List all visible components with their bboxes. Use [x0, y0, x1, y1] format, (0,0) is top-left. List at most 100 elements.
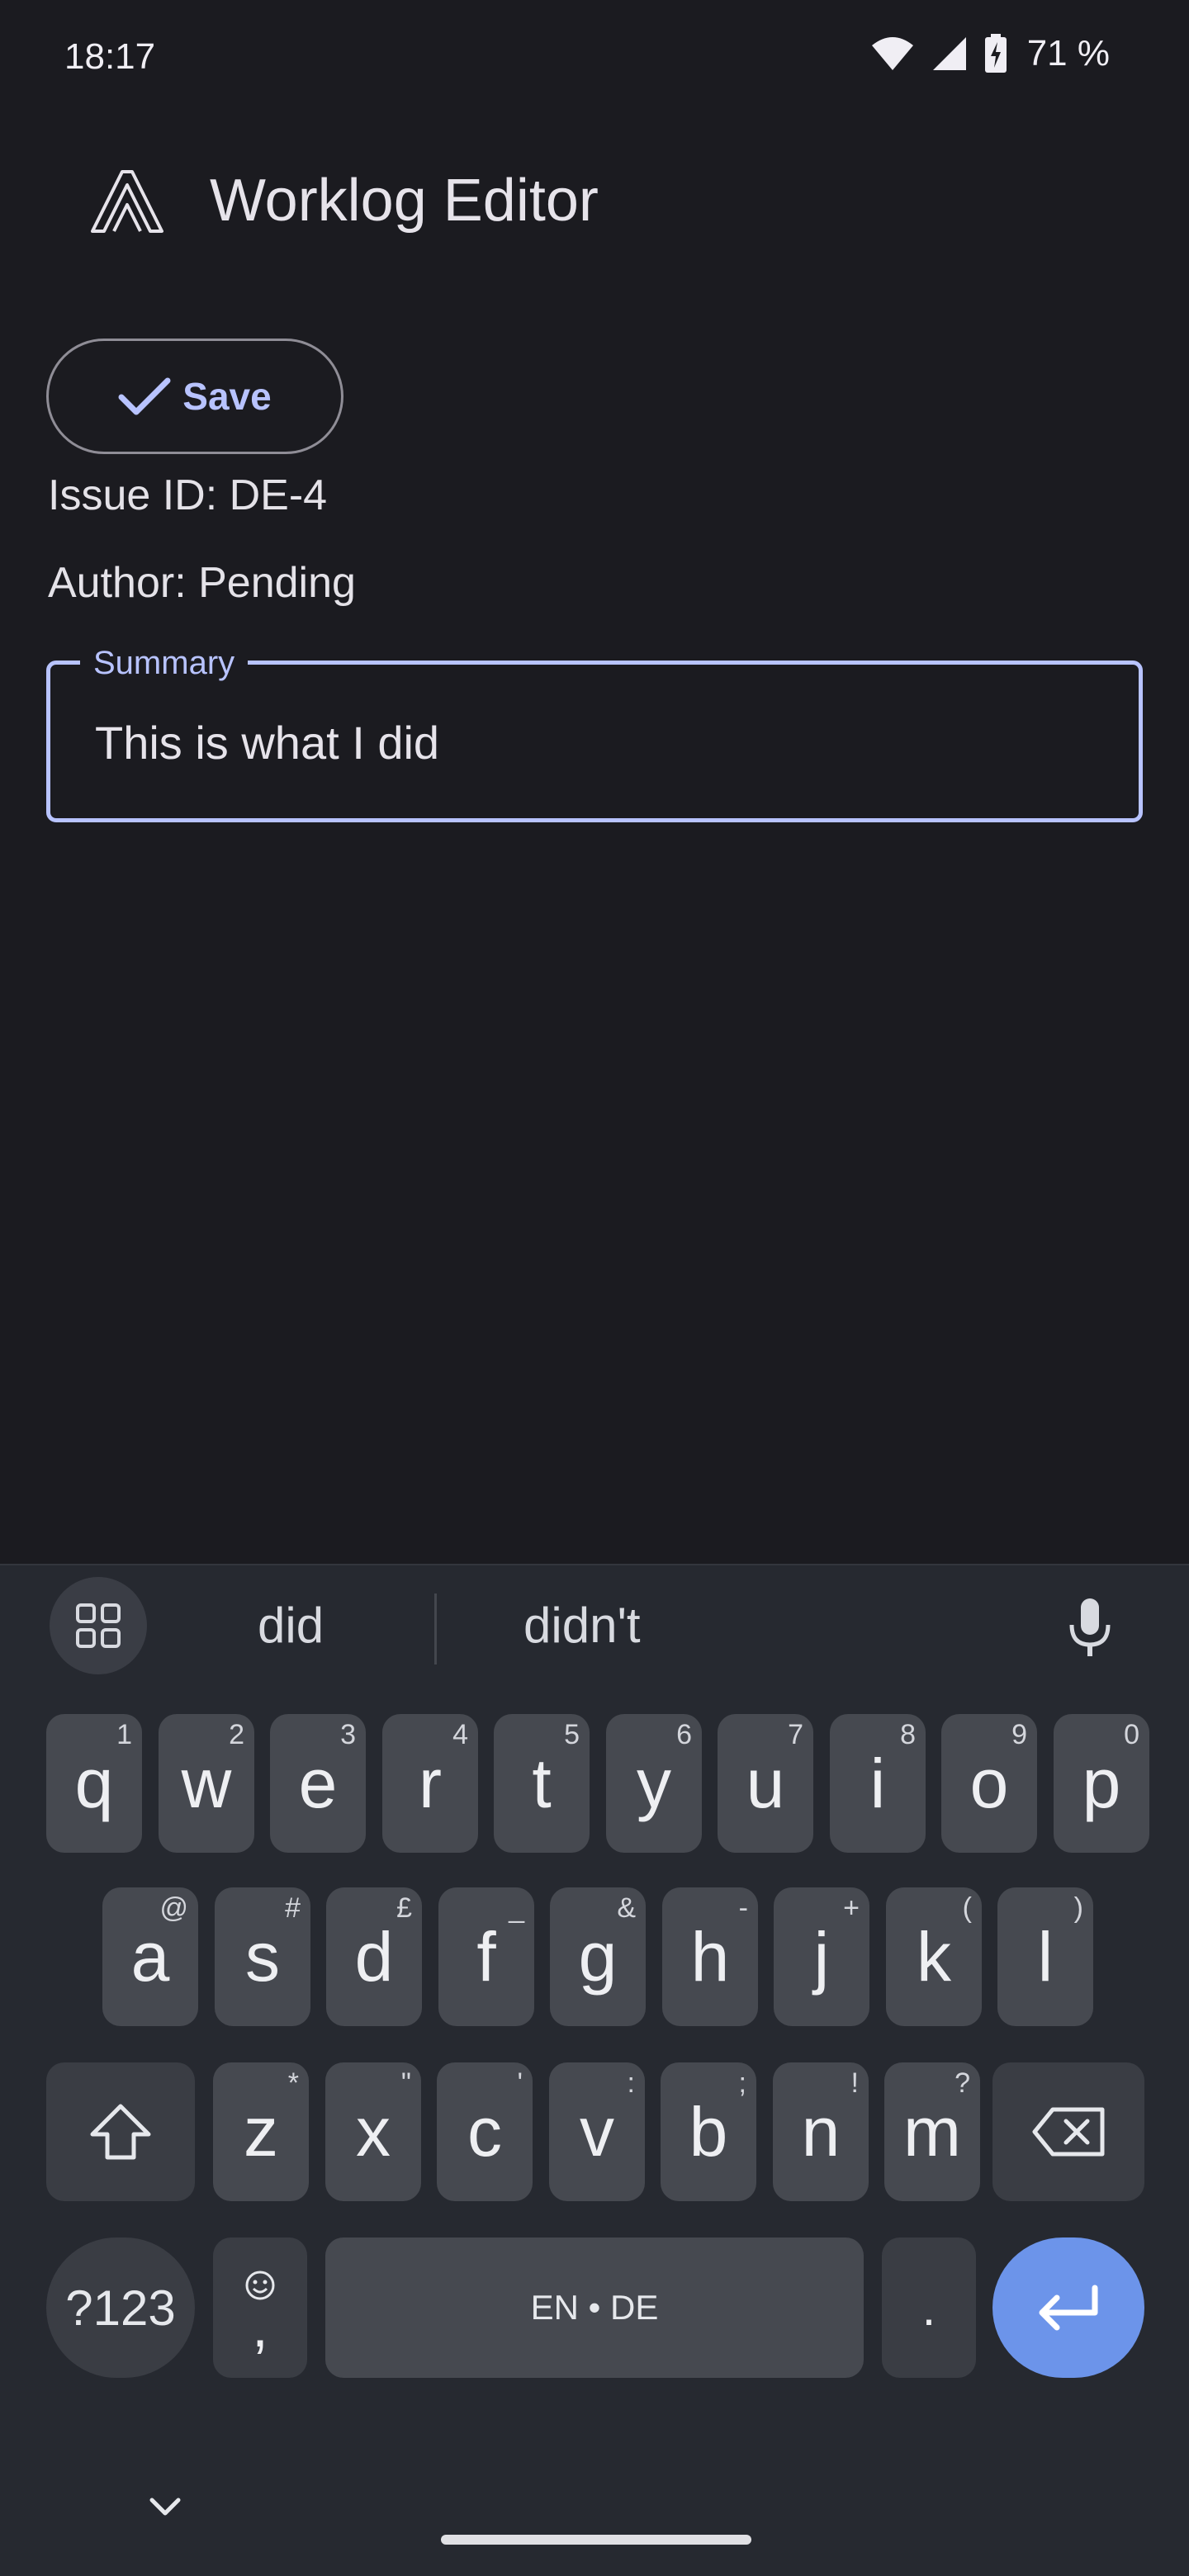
- key-n[interactable]: n!: [773, 2062, 869, 2201]
- key-hint: £: [396, 1892, 412, 1924]
- keyboard-divider: [0, 1564, 1189, 1565]
- key-j[interactable]: j +: [774, 1887, 869, 2026]
- key-label: c: [467, 2092, 502, 2171]
- key-hint: 2: [229, 1719, 244, 1750]
- key-k[interactable]: k(: [886, 1887, 982, 2026]
- key-q[interactable]: q1: [46, 1714, 142, 1853]
- period-key[interactable]: .: [882, 2237, 976, 2378]
- key-hint: 5: [564, 1719, 580, 1750]
- key-hint: -: [738, 1892, 748, 1924]
- app-bar: Worklog Editor: [0, 149, 1189, 256]
- key-u[interactable]: u7: [718, 1714, 813, 1853]
- cellular-signal-icon: [932, 37, 966, 70]
- key-label: u: [746, 1744, 785, 1822]
- key-a[interactable]: a @: [102, 1887, 198, 2026]
- key-t[interactable]: t5: [494, 1714, 590, 1853]
- key-label: r: [419, 1744, 442, 1822]
- key-label: w: [181, 1744, 232, 1822]
- key-r[interactable]: r4: [382, 1714, 478, 1853]
- key-hint: *: [287, 2067, 299, 2099]
- key-label: z: [244, 2092, 278, 2171]
- apps-grid-icon: [76, 1603, 121, 1648]
- key-s[interactable]: s #: [215, 1887, 310, 2026]
- key-hint: ': [517, 2067, 523, 2099]
- symbols-key[interactable]: ?123: [46, 2237, 195, 2378]
- suggestion-divider: [434, 1593, 437, 1664]
- space-key[interactable]: EN • DE: [325, 2237, 864, 2378]
- suggestion-1[interactable]: did: [258, 1597, 324, 1654]
- key-label: d: [354, 1917, 394, 1996]
- key-o[interactable]: o9: [941, 1714, 1037, 1853]
- key-label: b: [689, 2092, 728, 2171]
- key-hint: _: [509, 1892, 524, 1924]
- key-label: a: [130, 1917, 170, 1996]
- battery-percentage: 71 %: [1026, 33, 1110, 73]
- key-f[interactable]: f _: [438, 1887, 534, 2026]
- key-v[interactable]: v:: [549, 2062, 645, 2201]
- check-icon: [118, 377, 171, 415]
- key-i[interactable]: i8: [830, 1714, 926, 1853]
- enter-icon: [1039, 2285, 1098, 2331]
- suggestion-2[interactable]: didn't: [523, 1597, 641, 1654]
- key-label: s: [245, 1917, 280, 1996]
- key-m[interactable]: m?: [884, 2062, 980, 2201]
- key-z[interactable]: z *: [213, 2062, 309, 2201]
- key-label: f: [476, 1917, 496, 1996]
- backspace-key[interactable]: [992, 2062, 1144, 2201]
- key-label: i: [869, 1744, 886, 1822]
- summary-value: This is what I did: [95, 717, 440, 769]
- key-hint: 6: [676, 1719, 692, 1750]
- key-label: y: [637, 1744, 671, 1822]
- key-hint: 1: [116, 1719, 132, 1750]
- key-h[interactable]: h-: [662, 1887, 758, 2026]
- key-label: m: [903, 2092, 961, 2171]
- backspace-icon: [1032, 2107, 1105, 2157]
- issue-id-text: Issue ID: DE-4: [48, 471, 328, 519]
- key-hint: &: [617, 1892, 636, 1924]
- key-hint: :: [627, 2067, 635, 2099]
- key-label: e: [298, 1744, 338, 1822]
- key-e[interactable]: e3: [270, 1714, 366, 1853]
- status-time: 18:17: [64, 36, 156, 77]
- summary-input[interactable]: Summary This is what I did: [46, 645, 1143, 822]
- microphone-icon[interactable]: [1067, 1597, 1113, 1660]
- key-d[interactable]: d £: [326, 1887, 422, 2026]
- key-g[interactable]: g &: [550, 1887, 646, 2026]
- key-hint: #: [285, 1892, 301, 1924]
- summary-label: Summary: [80, 645, 249, 682]
- keyboard-menu-button[interactable]: [50, 1577, 147, 1674]
- key-hint: +: [843, 1892, 860, 1924]
- key-hint: 8: [900, 1719, 916, 1750]
- page-title: Worklog Editor: [210, 168, 599, 234]
- key-label: l: [1037, 1917, 1054, 1996]
- key-hint: ": [400, 2067, 411, 2099]
- save-button[interactable]: Save: [46, 339, 343, 454]
- enter-key[interactable]: [992, 2237, 1144, 2378]
- home-indicator[interactable]: [441, 2535, 751, 2545]
- status-bar: 18:17 71 %: [0, 0, 1189, 116]
- key-hint: 0: [1124, 1719, 1139, 1750]
- chevron-down-icon[interactable]: [149, 2497, 182, 2518]
- key-b[interactable]: b;: [661, 2062, 756, 2201]
- comma-label: ,: [252, 2294, 268, 2359]
- key-c[interactable]: c ': [437, 2062, 533, 2201]
- key-y[interactable]: y6: [606, 1714, 702, 1853]
- key-label: x: [356, 2092, 391, 2171]
- app-logo-icon: [91, 170, 163, 233]
- key-hint: 3: [340, 1719, 356, 1750]
- key-hint: ): [1073, 1892, 1083, 1924]
- key-hint: 4: [452, 1719, 468, 1750]
- key-hint: ?: [955, 2067, 970, 2099]
- key-hint: ;: [738, 2067, 746, 2099]
- key-hint: @: [159, 1892, 188, 1924]
- shift-key[interactable]: [46, 2062, 195, 2201]
- emoji-comma-key[interactable]: ,: [213, 2237, 307, 2378]
- key-l[interactable]: l): [997, 1887, 1093, 2026]
- key-p[interactable]: p0: [1054, 1714, 1149, 1853]
- key-label: j: [813, 1917, 830, 1996]
- key-w[interactable]: w2: [159, 1714, 254, 1853]
- key-label: t: [532, 1744, 552, 1822]
- key-label: n: [801, 2092, 841, 2171]
- key-label: g: [578, 1917, 618, 1996]
- key-x[interactable]: x ": [325, 2062, 421, 2201]
